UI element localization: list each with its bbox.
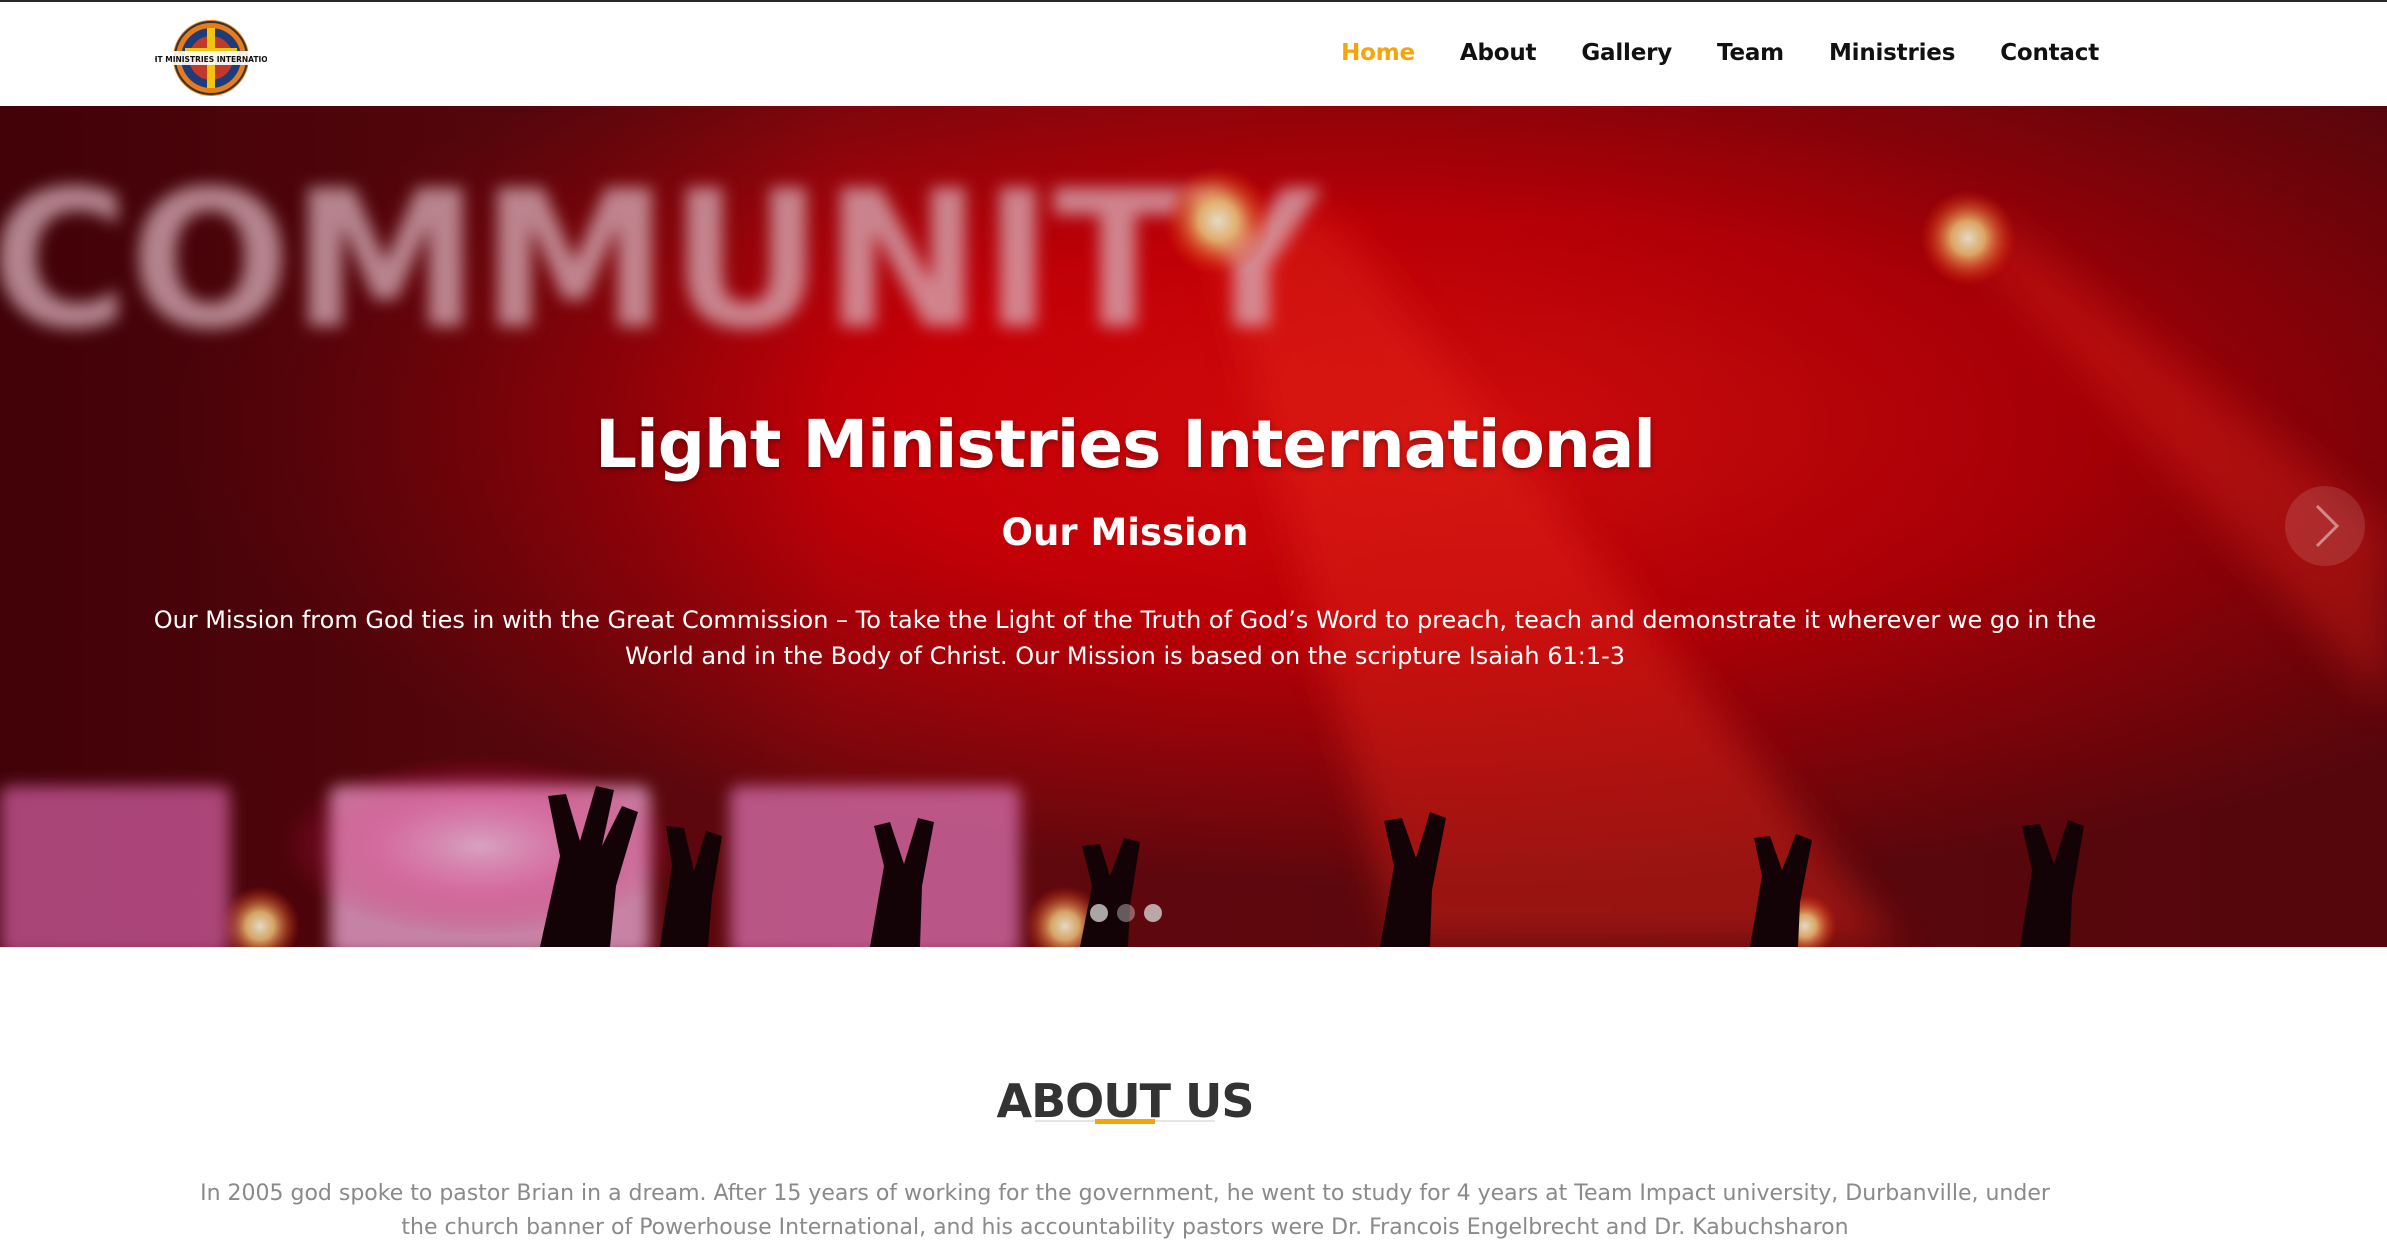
main-nav: Home About Gallery Team Ministries Conta…	[1341, 40, 2099, 66]
logo-emblem-icon: LIGHT MINISTRIES INTERNATIONAL	[138, 20, 285, 96]
nav-about[interactable]: About	[1460, 40, 1537, 66]
site-header: LIGHT MINISTRIES INTERNATIONAL Home Abou…	[0, 2, 2387, 106]
about-text: In 2005 god spoke to pastor Brian in a d…	[200, 1181, 2050, 1240]
chevron-right-icon	[2315, 504, 2340, 548]
slider-dot-1[interactable]	[1090, 904, 1108, 922]
slider-dot-3[interactable]	[1144, 904, 1162, 922]
section-divider-accent	[1095, 1119, 1155, 1124]
hero-mission-text: Our Mission from God ties in with the Gr…	[153, 606, 2097, 670]
hero-title: Light Ministries International	[595, 406, 1656, 484]
nav-ministries[interactable]: Ministries	[1829, 40, 1955, 66]
nav-gallery[interactable]: Gallery	[1581, 40, 1672, 66]
slider-dots	[1090, 904, 1162, 922]
slider-dot-2[interactable]	[1117, 904, 1135, 922]
hero-subtitle: Our Mission	[1001, 510, 1249, 554]
nav-contact[interactable]: Contact	[2000, 40, 2099, 66]
site-logo[interactable]: LIGHT MINISTRIES INTERNATIONAL	[138, 14, 285, 102]
nav-team[interactable]: Team	[1717, 40, 1784, 66]
nav-home[interactable]: Home	[1341, 40, 1415, 66]
slider-next-button[interactable]	[2285, 486, 2365, 566]
logo-text: LIGHT MINISTRIES INTERNATIONAL	[155, 55, 267, 64]
hero-slider: COMMUNITY Light Ministries International…	[0, 106, 2387, 947]
